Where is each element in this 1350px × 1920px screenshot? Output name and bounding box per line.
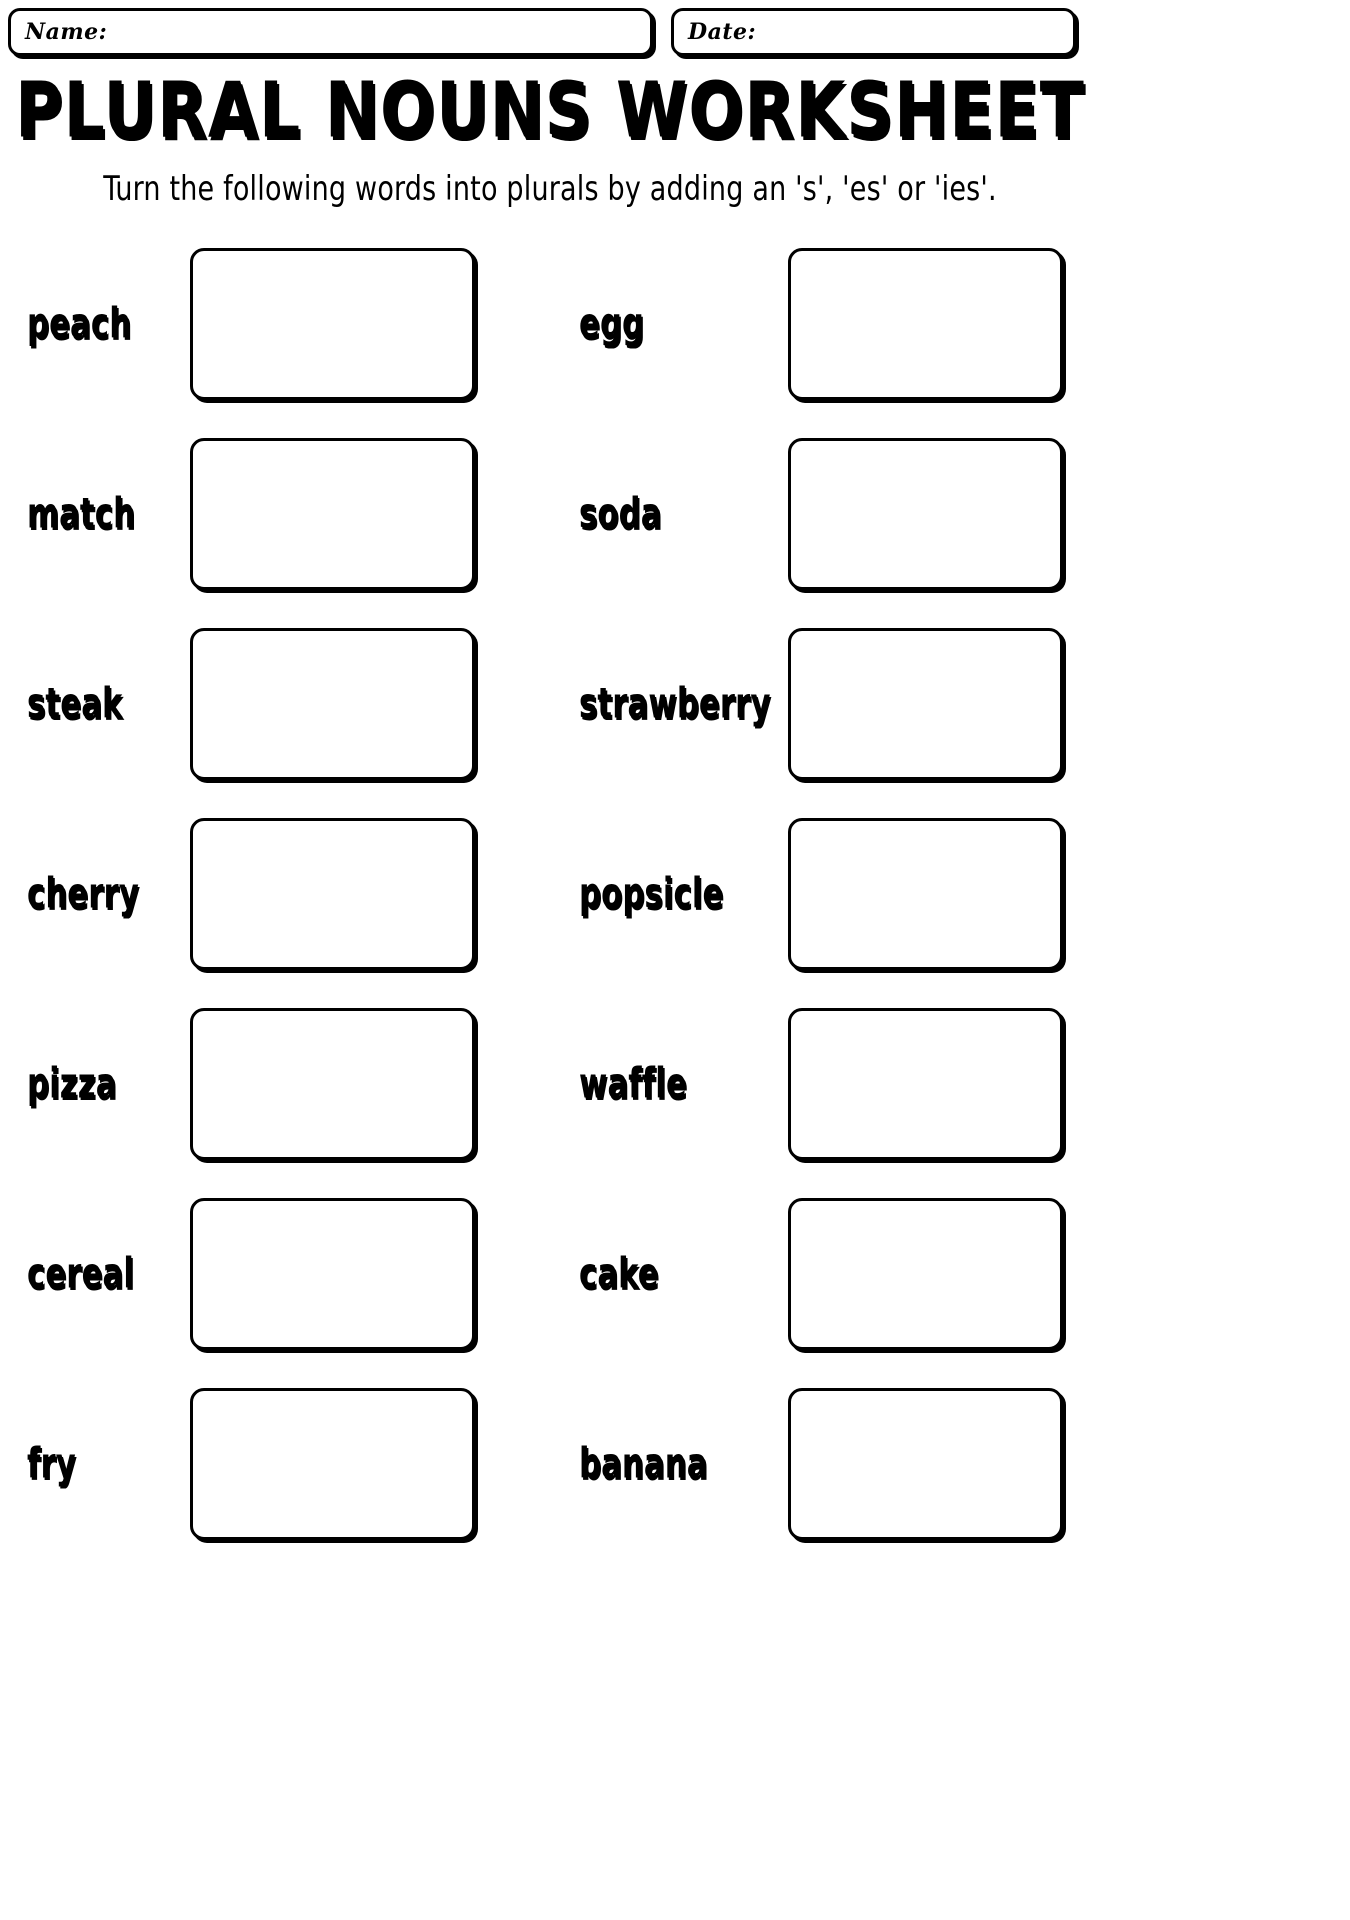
date-field[interactable]: Date: <box>671 8 1076 56</box>
date-field-label: Date: <box>688 19 757 45</box>
exercise-item: egg <box>565 229 1100 419</box>
exercise-item: banana <box>565 1369 1100 1559</box>
exercise-word: peach <box>27 299 132 349</box>
answer-input[interactable] <box>788 438 1063 591</box>
exercise-item: cake <box>565 1179 1100 1369</box>
exercise-word: soda <box>579 489 662 539</box>
name-field-label: Name: <box>25 19 108 45</box>
answer-input[interactable] <box>190 628 475 781</box>
exercise-item: cereal <box>0 1179 565 1369</box>
instructions-text: Turn the following words into plurals by… <box>103 170 997 210</box>
answer-input[interactable] <box>788 818 1063 971</box>
page-title: PLURAL NOUNS WORKSHEET <box>15 65 1085 156</box>
exercise-item: strawberry <box>565 609 1100 799</box>
exercise-word: egg <box>579 299 645 349</box>
exercise-word: steak <box>27 679 123 729</box>
exercise-item: match <box>0 419 565 609</box>
exercise-word: cherry <box>27 869 139 919</box>
answer-input[interactable] <box>788 1008 1063 1161</box>
answer-input[interactable] <box>788 628 1063 781</box>
exercise-word: strawberry <box>579 679 771 729</box>
exercise-item: waffle <box>565 989 1100 1179</box>
exercise-item: peach <box>0 229 565 419</box>
exercise-item: fry <box>0 1369 565 1559</box>
answer-input[interactable] <box>788 1198 1063 1351</box>
answer-input[interactable] <box>788 248 1063 401</box>
exercise-grid: peach egg match soda steak strawberry ch… <box>0 229 1100 1559</box>
answer-input[interactable] <box>190 248 475 401</box>
exercise-word: waffle <box>579 1059 687 1109</box>
answer-input[interactable] <box>190 1008 475 1161</box>
exercise-item: pizza <box>0 989 565 1179</box>
exercise-item: popsicle <box>565 799 1100 989</box>
worksheet-header: Name: Date: <box>0 0 1100 56</box>
answer-input[interactable] <box>190 438 475 591</box>
name-field[interactable]: Name: <box>8 8 653 56</box>
exercise-word: popsicle <box>579 869 724 919</box>
exercise-word: cereal <box>27 1249 135 1299</box>
exercise-word: banana <box>579 1439 708 1489</box>
exercise-word: cake <box>579 1249 659 1299</box>
exercise-item: steak <box>0 609 565 799</box>
answer-input[interactable] <box>788 1388 1063 1541</box>
worksheet-page: Name: Date: PLURAL NOUNS WORKSHEET Turn … <box>0 0 1100 1920</box>
answer-input[interactable] <box>190 1388 475 1541</box>
exercise-item: soda <box>565 419 1100 609</box>
answer-input[interactable] <box>190 818 475 971</box>
exercise-word: fry <box>27 1439 76 1489</box>
exercise-word: match <box>27 489 136 539</box>
answer-input[interactable] <box>190 1198 475 1351</box>
exercise-word: pizza <box>27 1059 117 1109</box>
exercise-item: cherry <box>0 799 565 989</box>
